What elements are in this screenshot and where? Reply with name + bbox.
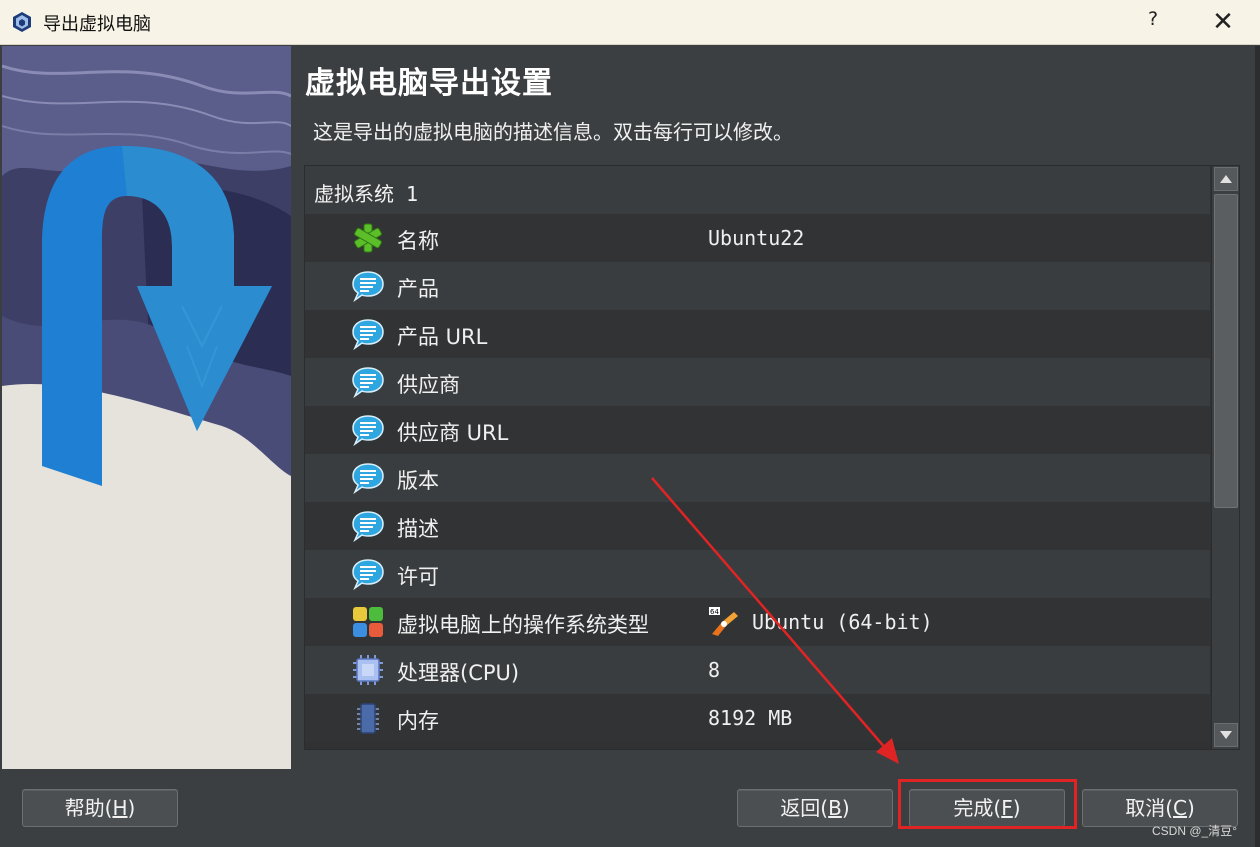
row-label: 描述 (397, 517, 439, 541)
help-button-close: ) (127, 796, 136, 820)
annotation-highlight-box (898, 779, 1077, 829)
page-description: 这是导出的虚拟电脑的描述信息。双击每行可以修改。 (313, 120, 793, 144)
close-button[interactable]: ✕ (1203, 6, 1243, 38)
table-row[interactable]: 虚拟电脑上的操作系统类型 64 Ubuntu (64-bit) (305, 598, 1210, 646)
title-bar: 导出虚拟电脑 ? ✕ (0, 0, 1260, 45)
vertical-scrollbar[interactable] (1211, 166, 1239, 749)
row-label: 产品 (397, 277, 439, 301)
virtualbox-logo-icon (13, 12, 31, 32)
speech-bubble-icon (352, 511, 384, 543)
row-label: 版本 (397, 469, 439, 493)
speech-bubble-icon (352, 367, 384, 399)
watermark-text: CSDN @_清豆° (1152, 824, 1237, 838)
scroll-thumb[interactable] (1214, 194, 1238, 508)
table-row[interactable]: 产品 URL (305, 310, 1210, 358)
svg-text:64: 64 (710, 608, 719, 616)
row-label: 虚拟电脑上的操作系统类型 (397, 613, 649, 637)
speech-bubble-icon (352, 559, 384, 591)
row-label: 供应商 URL (397, 421, 509, 445)
group-label: 虚拟系统 1 (314, 182, 419, 206)
help-button-label: 帮助( (64, 796, 113, 820)
chevron-down-icon (1220, 731, 1232, 739)
context-help-button[interactable]: ? (1138, 8, 1168, 36)
help-mnemonic: H (112, 796, 128, 820)
table-body: 虚拟系统 1 名称 Ubuntu22 产品 产品 URL 供应商 供应商 URL… (305, 166, 1210, 749)
cancel-button-label: 取消( (1125, 796, 1174, 820)
row-label: 产品 URL (397, 325, 488, 349)
help-button[interactable]: 帮助(H) (22, 789, 178, 827)
table-row[interactable]: 名称 Ubuntu22 (305, 214, 1210, 262)
table-row[interactable]: 内存 8192 MB (305, 694, 1210, 742)
wizard-watermark-image (2, 46, 291, 769)
scroll-up-button[interactable] (1214, 167, 1238, 191)
row-value[interactable]: Ubuntu (64-bit) (752, 610, 933, 634)
group-row-virtual-system[interactable]: 虚拟系统 1 (305, 166, 1210, 214)
appliance-settings-table[interactable]: 虚拟系统 1 名称 Ubuntu22 产品 产品 URL 供应商 供应商 URL… (304, 165, 1240, 750)
table-row[interactable]: 许可 (305, 550, 1210, 598)
back-button-label: 返回( (780, 796, 829, 820)
table-row[interactable]: 供应商 URL (305, 406, 1210, 454)
row-label: 处理器(CPU) (397, 661, 520, 685)
chevron-up-icon (1220, 175, 1232, 183)
back-button-close: ) (841, 796, 850, 820)
speech-bubble-icon (352, 463, 384, 495)
row-label: 名称 (397, 229, 439, 253)
cpu-icon (353, 655, 383, 685)
table-row[interactable]: 供应商 (305, 358, 1210, 406)
os-type-icon (353, 607, 383, 637)
speech-bubble-icon (352, 319, 384, 351)
table-row[interactable]: 处理器(CPU) 8 (305, 646, 1210, 694)
window-title: 导出虚拟电脑 (43, 14, 151, 35)
scroll-down-button[interactable] (1214, 723, 1238, 747)
page-title: 虚拟电脑导出设置 (305, 66, 553, 101)
table-row[interactable]: 版本 (305, 454, 1210, 502)
row-label: 许可 (397, 565, 439, 589)
speech-bubble-icon (352, 271, 384, 303)
back-mnemonic: B (828, 796, 842, 820)
back-button[interactable]: 返回(B) (737, 789, 893, 827)
name-star-icon (354, 223, 382, 253)
row-value[interactable]: 8 (708, 658, 720, 682)
table-row[interactable]: 描述 (305, 502, 1210, 550)
row-value[interactable]: Ubuntu22 (708, 226, 804, 250)
memory-icon (357, 703, 379, 734)
speech-bubble-icon (352, 415, 384, 447)
ubuntu-64-os-icon: 64 (709, 607, 738, 636)
row-label: 供应商 (397, 373, 460, 397)
cancel-button-close: ) (1186, 796, 1195, 820)
table-row[interactable]: 产品 (305, 262, 1210, 310)
row-label: 内存 (397, 709, 439, 733)
cancel-mnemonic: C (1173, 796, 1187, 820)
row-value[interactable]: 8192 MB (708, 706, 792, 730)
window-edge (1255, 46, 1260, 847)
